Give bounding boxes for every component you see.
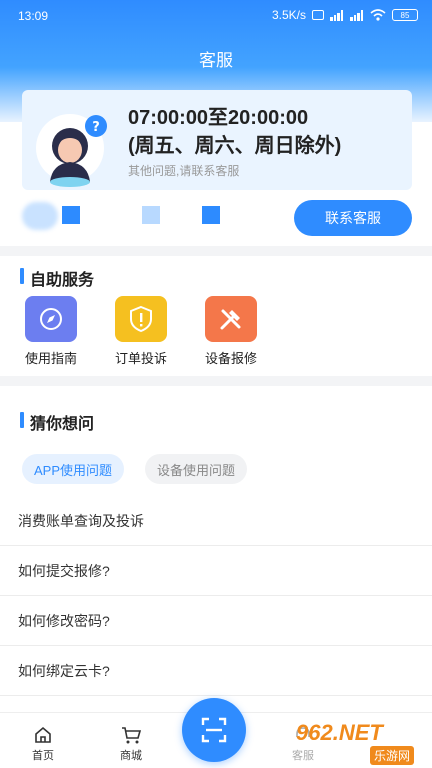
service-repair-label: 设备报修 <box>204 351 257 366</box>
network-speed: 3.5K/s <box>271 8 306 22</box>
alarm-icon <box>312 10 324 20</box>
service-guide[interactable]: 使用指南 <box>16 296 86 367</box>
service-complaint[interactable]: 订单投诉 <box>106 296 176 367</box>
redacted-phone <box>22 202 58 230</box>
faq-item[interactable]: 如何绑定云卡? <box>0 646 432 696</box>
service-hours: 07:00:00至20:00:00 (周五、周六、周日除外) <box>128 104 341 160</box>
tab-home-label: 首页 <box>32 750 54 762</box>
signal-icon-2 <box>350 9 364 21</box>
guess-title: 猜你想问 <box>20 410 94 434</box>
home-icon <box>35 726 51 743</box>
faq-item-label: 消费账单查询及投诉 <box>18 513 144 529</box>
tab-app-questions[interactable]: APP使用问题 <box>22 454 125 484</box>
faq-item-label: 如何提交报修? <box>18 563 110 579</box>
redacted-block <box>62 206 80 224</box>
support-agent-icon: ? <box>36 114 107 187</box>
service-complaint-label: 订单投诉 <box>114 351 167 366</box>
service-guide-label: 使用指南 <box>24 351 77 366</box>
shield-alert-icon <box>115 296 167 342</box>
watermark-logo: 962.NET 乐游网 <box>290 718 430 766</box>
faq-item[interactable]: 如何修改密码? <box>0 596 432 646</box>
faq-item-label: 如何修改密码? <box>18 613 110 629</box>
contact-service-button[interactable]: 联系客服 <box>294 200 412 236</box>
status-time: 13:09 <box>18 9 49 23</box>
tab-device-questions[interactable]: 设备使用问题 <box>145 454 248 484</box>
page-title: 客服 <box>199 51 233 70</box>
service-repair[interactable]: 设备报修 <box>196 296 266 367</box>
hours-exception: (周五、周六、周日除外) <box>128 135 342 157</box>
faq-item[interactable]: 消费账单查询及投诉 <box>0 496 432 546</box>
faq-item[interactable]: 如何提交报修? <box>0 546 432 596</box>
svg-text:?: ? <box>92 120 100 135</box>
scan-button[interactable] <box>182 698 246 762</box>
redacted-block <box>202 206 220 224</box>
tab-mall-label: 商城 <box>120 750 142 762</box>
cart-icon <box>122 727 142 744</box>
scan-icon <box>201 717 227 743</box>
signal-icon <box>330 9 344 21</box>
tab-mall[interactable]: 商城 <box>106 725 156 763</box>
section-divider <box>0 246 432 256</box>
service-hours-card: ? 07:00:00至20:00:00 (周五、周六、周日除外) 其他问题,请联… <box>22 90 412 190</box>
tab-home[interactable]: 首页 <box>18 725 68 763</box>
battery-icon: 85 <box>392 9 418 21</box>
contact-row: 联系客服 <box>0 196 432 242</box>
watermark-sub: 乐游网 <box>370 746 415 765</box>
wifi-icon <box>370 9 386 21</box>
hours-note: 其他问题,请联系客服 <box>128 164 240 178</box>
faq-item-label: 如何绑定云卡? <box>18 663 110 679</box>
self-service-title: 自助服务 <box>20 266 94 290</box>
hours-time: 07:00:00至20:00:00 <box>128 107 309 129</box>
section-divider <box>0 376 432 386</box>
status-icons: 3.5K/s 85 <box>272 8 418 22</box>
redacted-block <box>142 206 160 224</box>
watermark-brand: 962.NET <box>296 720 383 745</box>
compass-icon <box>25 296 77 342</box>
status-bar: 13:09 3.5K/s 85 <box>0 0 432 32</box>
tools-icon <box>205 296 257 342</box>
